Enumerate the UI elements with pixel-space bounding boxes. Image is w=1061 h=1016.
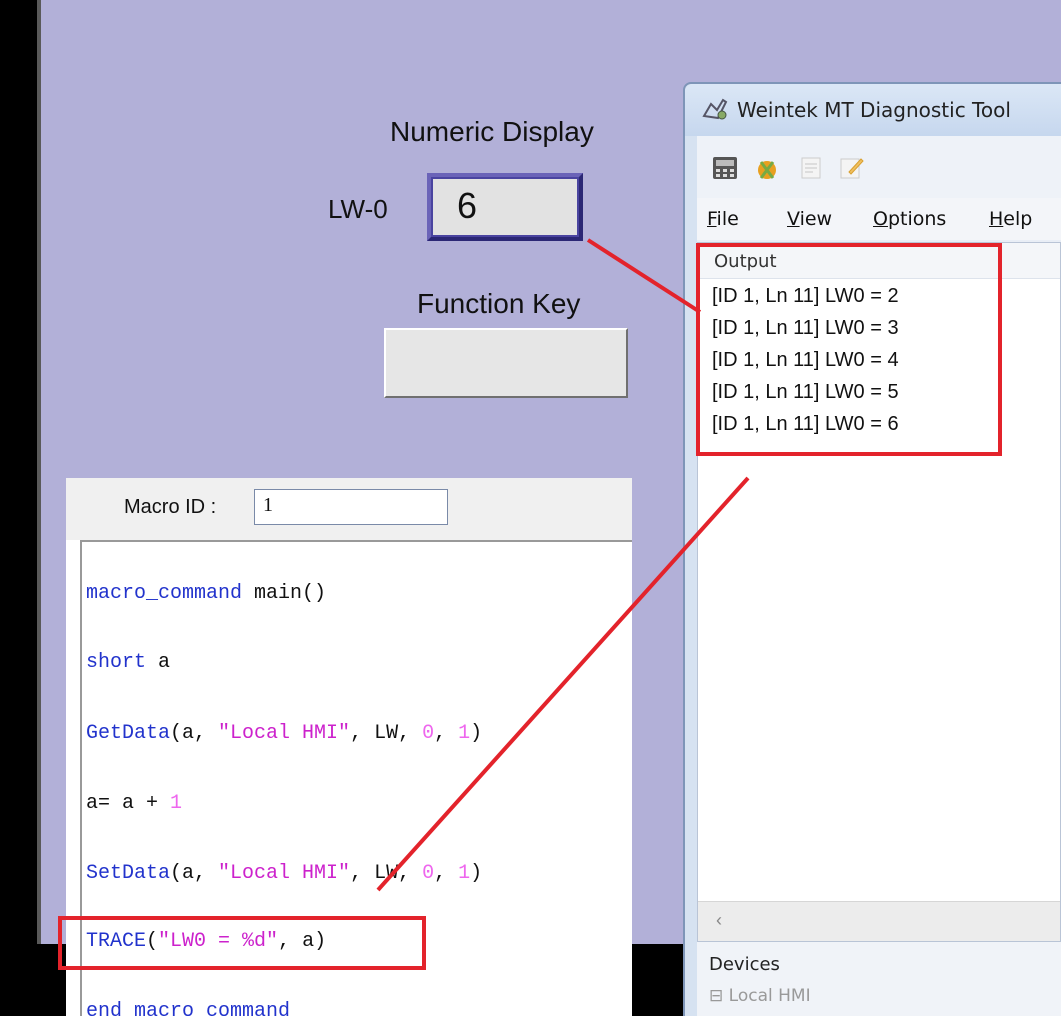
code-token: 0 [422, 722, 435, 745]
code-token: main() [242, 582, 327, 605]
code-line: macro_command main() [86, 582, 326, 605]
code-line: SetData(a, "Local HMI", LW, 0, 1) [86, 862, 482, 885]
code-token: (a, [170, 722, 219, 745]
numeric-display[interactable]: 6 [427, 173, 583, 241]
code-line: GetData(a, "Local HMI", LW, 0, 1) [86, 722, 482, 745]
code-token: a= a + [86, 792, 171, 815]
code-token: a [146, 651, 171, 674]
window-frame-left [0, 0, 37, 944]
devices-panel: Devices ⊟ Local HMI [697, 942, 1061, 1016]
trace-highlight-box [58, 916, 426, 970]
code-line: end macro_command [86, 1000, 290, 1016]
code-token: "Local HMI" [218, 722, 351, 745]
scroll-left-icon[interactable]: ‹ [716, 910, 722, 931]
window-title: Weintek MT Diagnostic Tool [737, 98, 1011, 122]
code-token: end macro_command [86, 1000, 291, 1016]
code-token: 1 [170, 792, 183, 815]
numeric-display-value: 6 [457, 185, 478, 226]
macro-id-input[interactable]: 1 [254, 489, 448, 525]
code-token: (a, [170, 862, 219, 885]
code-token: SetData [86, 862, 171, 885]
menu-help[interactable]: Help [989, 208, 1032, 230]
code-token: macro_command [86, 582, 243, 605]
code-token: GetData [86, 722, 171, 745]
code-token: , LW, [350, 722, 423, 745]
menu-options[interactable]: Options [873, 208, 946, 230]
code-token: ) [470, 862, 483, 885]
menu-view[interactable]: View [787, 208, 832, 230]
output-highlight-box [696, 243, 1002, 456]
code-token: 1 [458, 722, 471, 745]
document-icon[interactable] [797, 154, 825, 182]
code-token: short [86, 651, 147, 674]
numeric-display-title: Numeric Display [390, 116, 594, 147]
title-bar[interactable]: Weintek MT Diagnostic Tool [685, 84, 1061, 136]
devices-title: Devices [709, 954, 780, 975]
code-token: "Local HMI" [218, 862, 351, 885]
function-key-title: Function Key [417, 288, 581, 319]
toolbar [697, 136, 1061, 198]
code-line: short a [86, 651, 170, 674]
menu-file[interactable]: File [707, 208, 739, 230]
code-token: ) [470, 722, 483, 745]
app-icon [702, 98, 728, 120]
calculator-icon[interactable] [711, 154, 739, 182]
diagnostic-tool-window: Weintek MT Diagnostic Tool File View Optio… [683, 82, 1061, 1016]
code-token: , [434, 722, 459, 745]
macro-header: Macro ID : 1 [66, 478, 632, 540]
menu-bar: File View Options Help [697, 198, 1061, 240]
lw-address-label: LW-0 [328, 194, 388, 224]
code-token: 1 [458, 862, 471, 885]
edit-icon[interactable] [837, 154, 865, 182]
function-key-button[interactable] [384, 328, 628, 398]
code-token: , [434, 862, 459, 885]
connect-icon[interactable] [753, 154, 781, 182]
macro-id-label: Macro ID : [124, 496, 217, 518]
code-token: , LW, [350, 862, 423, 885]
code-token: 0 [422, 862, 435, 885]
horizontal-scrollbar[interactable]: ‹ [698, 901, 1060, 941]
code-line: a= a + 1 [86, 792, 182, 815]
device-tree-item-local-hmi[interactable]: ⊟ Local HMI [709, 986, 811, 1006]
